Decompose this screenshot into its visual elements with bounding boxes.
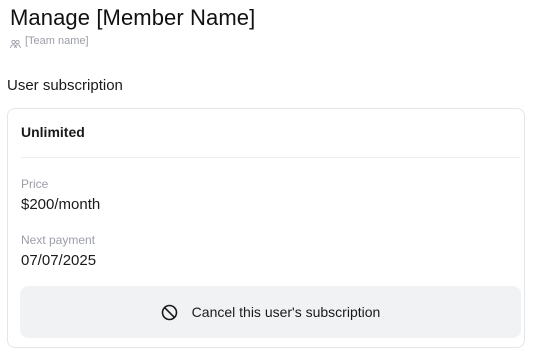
next-payment-label: Next payment bbox=[21, 233, 96, 247]
divider bbox=[21, 157, 520, 158]
team-name: [Team name] bbox=[25, 35, 89, 47]
page-header: Manage [Member Name] [Team name] bbox=[10, 4, 256, 49]
page-title: Manage [Member Name] bbox=[10, 5, 256, 30]
section-title: User subscription bbox=[7, 77, 123, 94]
plan-name: Unlimited bbox=[21, 124, 85, 140]
price-label: Price bbox=[21, 177, 49, 191]
team-info: [Team name] bbox=[10, 34, 255, 49]
cancel-subscription-label: Cancel this user's subscription bbox=[191, 304, 381, 320]
subscription-card: Unlimited Price $200/month Next payment … bbox=[7, 108, 525, 348]
cancel-subscription-button[interactable]: Cancel this user's subscription bbox=[20, 286, 521, 338]
price-value: $200/month bbox=[21, 196, 101, 213]
team-icon bbox=[10, 36, 21, 49]
cancel-icon bbox=[161, 304, 178, 321]
next-payment-value: 07/07/2025 bbox=[21, 252, 97, 269]
